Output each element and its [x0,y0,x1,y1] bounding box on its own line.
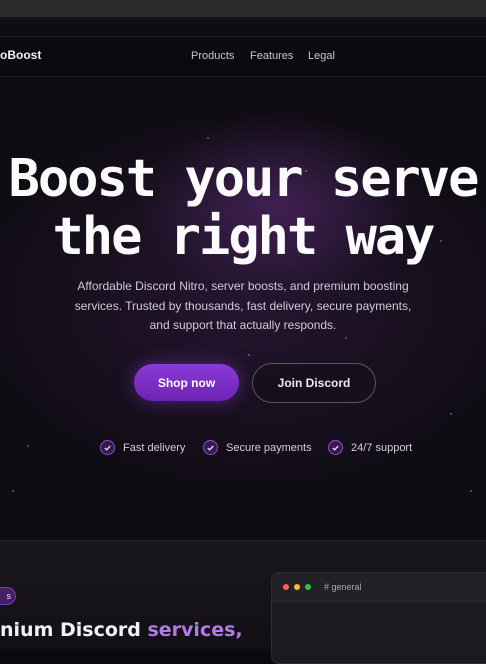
hero-subtitle-line: services. Trusted by thousands, fast del… [74,298,412,313]
star-decoration [470,490,472,492]
hero-subtitle: Affordable Discord Nitro, server boosts,… [60,277,426,336]
services-section: s nium Discord services, # general [0,540,486,664]
maximize-dot-icon [305,584,311,590]
feature-label: Fast delivery [123,441,186,454]
star-decoration [345,337,347,339]
join-discord-button[interactable]: Join Discord [252,363,376,403]
star-decoration [27,445,29,447]
feature-fast-delivery: Fast delivery [100,440,185,455]
nav-link-features[interactable]: Features [250,50,293,62]
brand-logo[interactable]: oBoost [0,48,41,62]
services-heading: nium Discord services, [0,619,243,641]
window-title-bar: # general [272,573,486,602]
services-heading-text: nium Discord [0,619,148,641]
star-decoration [450,413,452,415]
hero-subtitle-line: Affordable Discord Nitro, server boosts,… [77,279,409,293]
hero-headline-line-2: the right way [52,207,436,267]
check-icon [328,440,343,455]
top-navbar: oBoost Products Features Legal [0,36,486,77]
shop-now-button[interactable]: Shop now [134,364,239,401]
star-decoration [248,354,250,356]
hero-subtitle-line: and support that actually responds. [149,318,337,332]
discord-preview-window: # general [271,572,486,664]
feature-label: Secure payments [226,441,312,454]
hero-headline-line-1: Boost your serve [8,149,480,209]
browser-top-bar [0,0,486,17]
channel-name: # general [324,582,362,592]
check-icon [203,440,218,455]
nav-link-products[interactable]: Products [191,50,234,62]
feature-support: 24/7 support [328,440,412,455]
feature-label: 24/7 support [351,441,413,454]
star-decoration [207,137,209,139]
nav-link-legal[interactable]: Legal [308,50,335,62]
feature-secure-payments: Secure payments [203,440,312,455]
minimize-dot-icon [294,584,300,590]
section-badge: s [0,587,16,605]
services-heading-accent: services, [147,619,243,641]
close-dot-icon [283,584,289,590]
check-icon [100,440,115,455]
hero-section: oBoost Products Features Legal Boost you… [0,20,486,540]
star-decoration [12,490,14,492]
